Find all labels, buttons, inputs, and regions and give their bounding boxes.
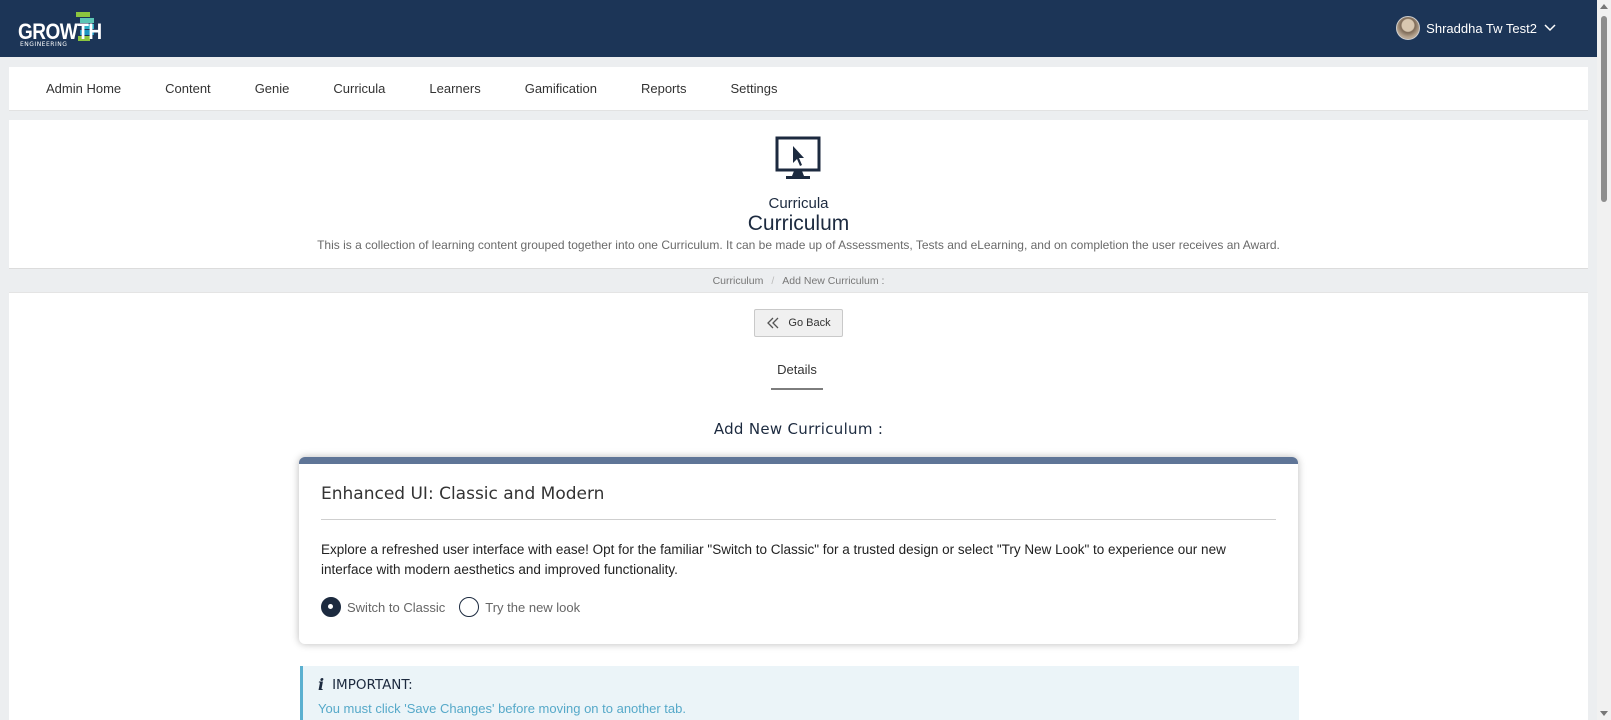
- chevron-down-icon[interactable]: [1543, 21, 1557, 35]
- nav-genie[interactable]: Genie: [255, 81, 290, 96]
- divider: [321, 519, 1276, 520]
- go-back-label: Go Back: [788, 317, 831, 329]
- scroll-up-arrow[interactable]: [1600, 4, 1608, 9]
- important-title-row: i IMPORTANT:: [318, 675, 413, 694]
- nav-settings[interactable]: Settings: [731, 81, 778, 96]
- page-scrollbar[interactable]: [1597, 0, 1611, 720]
- logo-subtext: ENGINEERING: [20, 41, 68, 48]
- page-description: This is a collection of learning content…: [317, 238, 1280, 252]
- important-title: IMPORTANT:: [332, 676, 413, 693]
- page-title: Curriculum: [747, 212, 850, 235]
- breadcrumb-separator: /: [771, 275, 775, 287]
- user-menu[interactable]: Shraddha Tw Test2: [1396, 14, 1557, 42]
- go-back-button[interactable]: Go Back: [754, 309, 843, 337]
- scroll-down-arrow[interactable]: [1600, 711, 1608, 716]
- radio-switch-to-classic[interactable]: Switch to Classic: [321, 597, 445, 617]
- radio-unselected-icon[interactable]: [459, 597, 480, 617]
- nav-content[interactable]: Content: [165, 81, 211, 96]
- double-chevron-left-icon: [767, 317, 779, 329]
- main-nav: Admin Home Content Genie Curricula Learn…: [9, 67, 1588, 111]
- enhanced-ui-card: Enhanced UI: Classic and Modern Explore …: [299, 457, 1298, 644]
- nav-learners[interactable]: Learners: [429, 81, 480, 96]
- nav-curricula[interactable]: Curricula: [333, 81, 385, 96]
- breadcrumb-curriculum[interactable]: Curriculum: [713, 275, 764, 287]
- important-text: You must click 'Save Changes' before mov…: [318, 701, 686, 716]
- monitor-cursor-icon: [775, 136, 821, 179]
- nav-reports[interactable]: Reports: [641, 81, 687, 96]
- nav-admin-home[interactable]: Admin Home: [46, 81, 121, 96]
- card-description: Explore a refreshed user interface with …: [321, 542, 1226, 577]
- top-header: GROWTH ENGINEERING Shraddha Tw Test2: [0, 0, 1597, 57]
- page-category: Curricula: [768, 195, 829, 212]
- info-icon: i: [318, 675, 325, 694]
- main-content: Go Back Details Add New Curriculum : Enh…: [9, 292, 1588, 720]
- radio-label-new-look[interactable]: Try the new look: [485, 600, 580, 615]
- radio-try-new-look[interactable]: Try the new look: [459, 597, 580, 617]
- scroll-thumb[interactable]: [1601, 16, 1607, 202]
- avatar[interactable]: [1396, 16, 1421, 40]
- page-header: Curricula Curriculum This is a collectio…: [9, 120, 1588, 269]
- user-name[interactable]: Shraddha Tw Test2: [1426, 21, 1537, 36]
- ui-mode-radio-group: Switch to Classic Try the new look: [321, 597, 594, 617]
- tab-details[interactable]: Details: [771, 362, 823, 390]
- radio-label-classic[interactable]: Switch to Classic: [347, 600, 445, 615]
- logo-bar-1: [76, 12, 90, 17]
- nav-gamification[interactable]: Gamification: [525, 81, 597, 96]
- important-notice: i IMPORTANT: You must click 'Save Change…: [300, 666, 1299, 720]
- card-title: Enhanced UI: Classic and Modern: [321, 484, 605, 504]
- breadcrumb-add-new: Add New Curriculum :: [782, 275, 885, 287]
- radio-selected-icon[interactable]: [321, 597, 341, 617]
- section-title: Add New Curriculum :: [713, 420, 884, 438]
- breadcrumb: Curriculum / Add New Curriculum :: [9, 270, 1588, 292]
- growth-engineering-logo[interactable]: GROWTH ENGINEERING: [18, 12, 102, 48]
